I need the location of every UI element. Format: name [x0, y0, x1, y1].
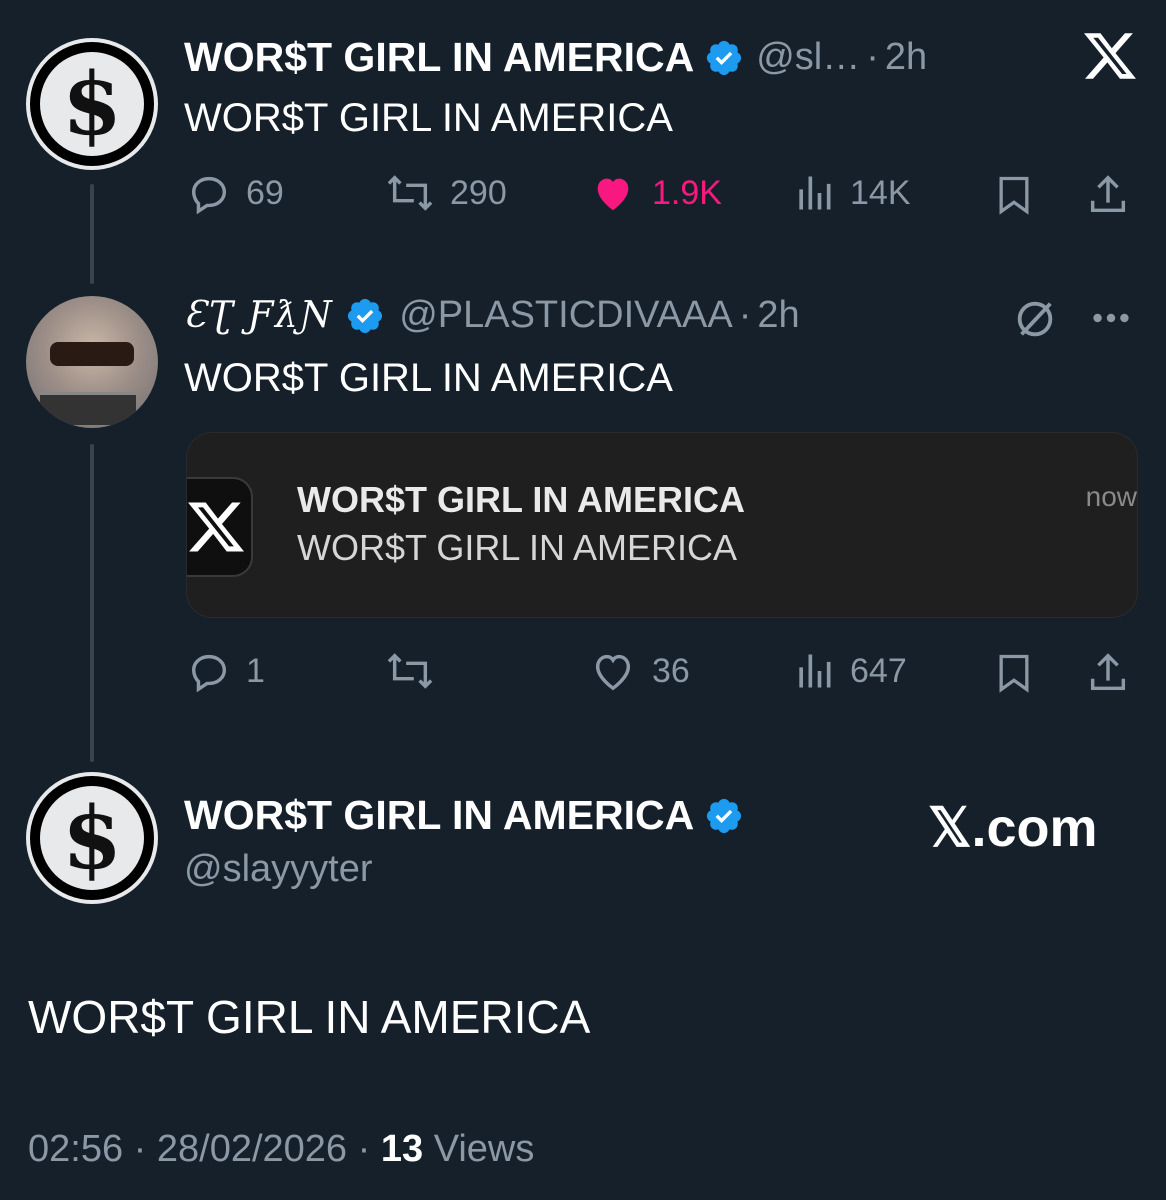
analytics-icon: [799, 176, 831, 210]
heart-outline-icon: [595, 654, 631, 691]
verified-badge-icon: [348, 298, 383, 333]
sunglasses-icon: [50, 342, 134, 366]
tweet-time[interactable]: 02:56: [28, 1128, 123, 1170]
dollar-logo-icon: $: [40, 52, 144, 156]
separator: ·: [133, 1128, 147, 1170]
reply-count: 1: [246, 651, 265, 690]
handle[interactable]: @PLASTICDIVAAA: [399, 294, 733, 337]
heart-filled-icon: [597, 178, 629, 211]
bookmark-button[interactable]: [992, 172, 1036, 223]
bookmark-button[interactable]: [992, 650, 1036, 701]
x-app-icon: [187, 477, 253, 577]
analytics-icon: [799, 654, 831, 688]
thread-line: [90, 444, 94, 762]
like-count: 36: [652, 651, 690, 690]
display-name[interactable]: ƐƮ ƑƛƝ: [184, 295, 333, 336]
reply-icon: [191, 176, 227, 215]
share-icon: [1090, 653, 1126, 691]
quoted-notification-image[interactable]: WOR$T GIRL IN AMERICA WOR$T GIRL IN AMER…: [186, 432, 1138, 618]
like-button[interactable]: 1.9K: [588, 170, 722, 216]
views-count: 14K: [850, 173, 911, 212]
share-icon: [1090, 175, 1126, 213]
bookmark-icon: [999, 654, 1029, 693]
tweet-date[interactable]: 28/02/2026: [157, 1128, 347, 1170]
retweet-button[interactable]: [384, 648, 450, 694]
laptop-icon: [40, 392, 136, 425]
notification-time: now: [1085, 481, 1137, 512]
separator: ·: [866, 36, 879, 78]
dollar-logo-icon: $: [40, 786, 144, 890]
tweet-text: WOR$T GIRL IN AMERICA: [184, 96, 673, 140]
tweet-text: WOR$T GIRL IN AMERICA: [28, 991, 591, 1043]
avatar-worst-girl[interactable]: $: [26, 772, 158, 904]
x-com-watermark: 𝕏.com: [928, 798, 1098, 858]
like-button[interactable]: 36: [588, 648, 690, 694]
retweet-icon: [387, 175, 433, 211]
display-name[interactable]: WOR$T GIRL IN AMERICA: [184, 34, 694, 81]
grok-icon[interactable]: [1012, 296, 1058, 347]
share-button[interactable]: [1084, 172, 1132, 223]
views-count: 647: [850, 651, 907, 690]
verified-badge-icon: [707, 40, 742, 75]
share-button[interactable]: [1084, 650, 1132, 701]
tweet-text: WOR$T GIRL IN AMERICA: [184, 356, 673, 400]
tweet-meta: 02:56 · 28/02/2026 · 13 Views: [28, 1128, 534, 1171]
views-button[interactable]: 647: [792, 648, 907, 694]
thread-line: [90, 184, 94, 284]
views-count: 13: [380, 1128, 424, 1170]
like-count: 1.9K: [652, 173, 722, 212]
retweet-count: 290: [450, 173, 507, 212]
retweet-icon: [387, 653, 433, 689]
timestamp[interactable]: 2h: [757, 294, 799, 337]
notification-body: WOR$T GIRL IN AMERICA: [297, 527, 738, 568]
x-logo-icon: [1084, 30, 1136, 87]
display-name[interactable]: WOR$T GIRL IN AMERICA: [184, 792, 694, 839]
views-label: Views: [433, 1128, 535, 1170]
reply-button[interactable]: 69: [186, 170, 284, 216]
reply-icon: [191, 654, 227, 693]
bookmark-icon: [999, 176, 1029, 215]
reply-count: 69: [246, 173, 284, 212]
avatar-ethan[interactable]: [26, 296, 158, 428]
separator: ·: [738, 294, 752, 336]
more-options-icon[interactable]: [1088, 300, 1134, 341]
handle[interactable]: @sl…: [756, 36, 860, 79]
retweet-button[interactable]: 290: [384, 170, 507, 216]
timestamp[interactable]: 2h: [885, 36, 927, 79]
views-button[interactable]: 14K: [792, 170, 911, 216]
avatar-worst-girl[interactable]: $: [26, 38, 158, 170]
reply-button[interactable]: 1: [186, 648, 265, 694]
separator: ·: [357, 1128, 371, 1170]
notification-title: WOR$T GIRL IN AMERICA: [297, 479, 745, 520]
verified-badge-icon: [707, 798, 742, 833]
handle[interactable]: @slayyyter: [184, 848, 373, 891]
